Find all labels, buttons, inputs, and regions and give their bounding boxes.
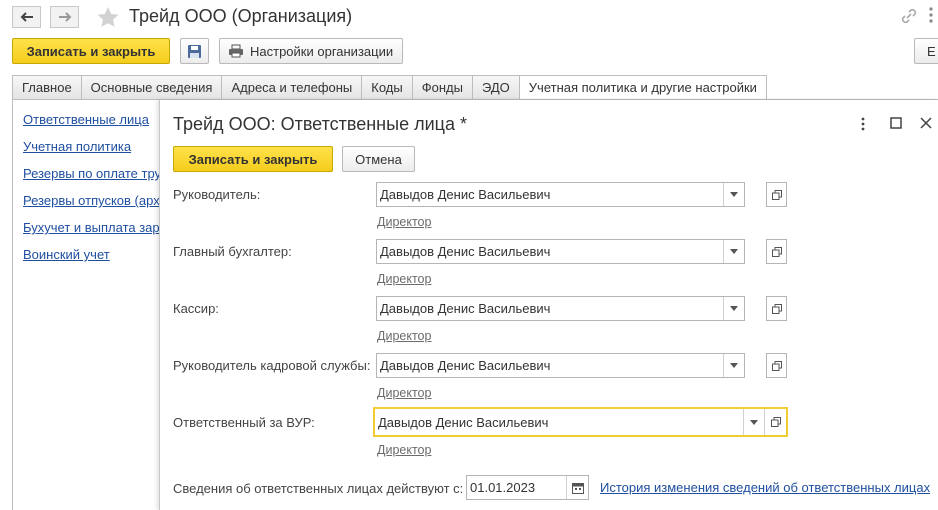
chief-accountant-field[interactable]: Давыдов Денис Васильевич bbox=[376, 239, 745, 264]
organization-settings-label: Настройки организации bbox=[250, 43, 394, 59]
more-icon[interactable] bbox=[928, 5, 934, 28]
forward-button[interactable] bbox=[50, 6, 79, 28]
military-registration-value: Давыдов Денис Васильевич bbox=[378, 415, 549, 430]
close-icon[interactable] bbox=[920, 117, 932, 132]
favorite-star-icon[interactable] bbox=[96, 6, 120, 31]
calendar-icon[interactable] bbox=[566, 476, 588, 499]
nav-link-accounting-salary[interactable]: Бухучет и выплата зар bbox=[23, 220, 159, 235]
cashier-label: Кассир: bbox=[173, 301, 219, 316]
arrow-left-icon bbox=[20, 12, 33, 22]
chevron-down-icon[interactable] bbox=[723, 354, 744, 377]
director-field[interactable]: Давыдов Денис Васильевич bbox=[376, 182, 745, 207]
tab-accounting-policy[interactable]: Учетная политика и другие настройки bbox=[518, 75, 767, 100]
open-icon[interactable] bbox=[766, 353, 787, 378]
open-icon[interactable] bbox=[764, 409, 786, 435]
link-icon[interactable] bbox=[900, 7, 918, 28]
organization-settings-button[interactable]: Настройки организации bbox=[219, 38, 403, 64]
cancel-button[interactable]: Отмена bbox=[342, 146, 415, 172]
nav-link-vacation-reserves[interactable]: Резервы отпусков (арх bbox=[23, 193, 159, 208]
military-registration-label: Ответственный за ВУР: bbox=[173, 415, 315, 430]
chief-accountant-position-link[interactable]: Директор bbox=[377, 272, 431, 286]
nav-link-accounting-policy[interactable]: Учетная политика bbox=[23, 139, 131, 154]
back-button[interactable] bbox=[12, 6, 41, 28]
tab-bar: Главное Основные сведения Адреса и телеф… bbox=[12, 75, 767, 100]
responsible-persons-dialog: Трейд ООО: Ответственные лица * Записать… bbox=[159, 100, 938, 510]
effective-date-value: 01.01.2023 bbox=[470, 480, 536, 495]
tab-basic-info[interactable]: Основные сведения bbox=[80, 75, 222, 100]
hr-head-field[interactable]: Давыдов Денис Васильевич bbox=[376, 353, 745, 378]
window-title: Трейд ООО (Организация) bbox=[129, 6, 353, 26]
open-icon[interactable] bbox=[766, 296, 787, 321]
save-button[interactable] bbox=[180, 38, 209, 64]
tab-addresses-phones[interactable]: Адреса и телефоны bbox=[221, 75, 362, 100]
director-value: Давыдов Денис Васильевич bbox=[380, 187, 551, 202]
printer-icon bbox=[229, 44, 243, 58]
left-nav-panel: Ответственные лица Учетная политика Резе… bbox=[12, 100, 159, 510]
chief-accountant-value: Давыдов Денис Васильевич bbox=[380, 244, 551, 259]
cashier-field[interactable]: Давыдов Денис Васильевич bbox=[376, 296, 745, 321]
open-icon[interactable] bbox=[766, 239, 787, 264]
hr-head-position-link[interactable]: Директор bbox=[377, 386, 431, 400]
floppy-disk-icon bbox=[188, 44, 201, 58]
hr-head-label: Руководитель кадровой службы: bbox=[173, 358, 371, 373]
nav-link-pay-reserves[interactable]: Резервы по оплате тру bbox=[23, 166, 159, 181]
more-actions-button[interactable]: Е bbox=[914, 38, 938, 64]
military-registration-position-link[interactable]: Директор bbox=[377, 443, 431, 457]
history-link[interactable]: История изменения сведений об ответствен… bbox=[600, 480, 930, 495]
save-and-close-button[interactable]: Записать и закрыть bbox=[12, 38, 170, 64]
tab-edo[interactable]: ЭДО bbox=[471, 75, 519, 100]
open-icon[interactable] bbox=[766, 182, 787, 207]
nav-link-responsible-persons[interactable]: Ответственные лица bbox=[23, 112, 149, 127]
dialog-save-and-close-button[interactable]: Записать и закрыть bbox=[173, 146, 333, 172]
dialog-title: Трейд ООО: Ответственные лица * bbox=[173, 114, 467, 134]
hr-head-value: Давыдов Денис Васильевич bbox=[380, 358, 551, 373]
tab-codes[interactable]: Коды bbox=[361, 75, 412, 100]
cashier-position-link[interactable]: Директор bbox=[377, 329, 431, 343]
chevron-down-icon[interactable] bbox=[743, 409, 764, 435]
nav-link-military-records[interactable]: Воинский учет bbox=[23, 247, 110, 262]
cashier-value: Давыдов Денис Васильевич bbox=[380, 301, 551, 316]
chevron-down-icon[interactable] bbox=[723, 240, 744, 263]
tab-main[interactable]: Главное bbox=[12, 75, 81, 100]
director-label: Руководитель: bbox=[173, 187, 261, 202]
chevron-down-icon[interactable] bbox=[723, 183, 744, 206]
effective-date-label: Сведения об ответственных лицах действую… bbox=[173, 481, 464, 496]
military-registration-field[interactable]: Давыдов Денис Васильевич bbox=[373, 407, 788, 437]
chevron-down-icon[interactable] bbox=[723, 297, 744, 320]
maximize-icon[interactable] bbox=[890, 117, 902, 132]
tab-funds[interactable]: Фонды bbox=[411, 75, 472, 100]
effective-date-field[interactable]: 01.01.2023 bbox=[466, 475, 589, 500]
chief-accountant-label: Главный бухгалтер: bbox=[173, 244, 292, 259]
more-icon[interactable] bbox=[860, 117, 866, 134]
arrow-right-icon bbox=[58, 12, 71, 22]
director-position-link[interactable]: Директор bbox=[377, 215, 431, 229]
